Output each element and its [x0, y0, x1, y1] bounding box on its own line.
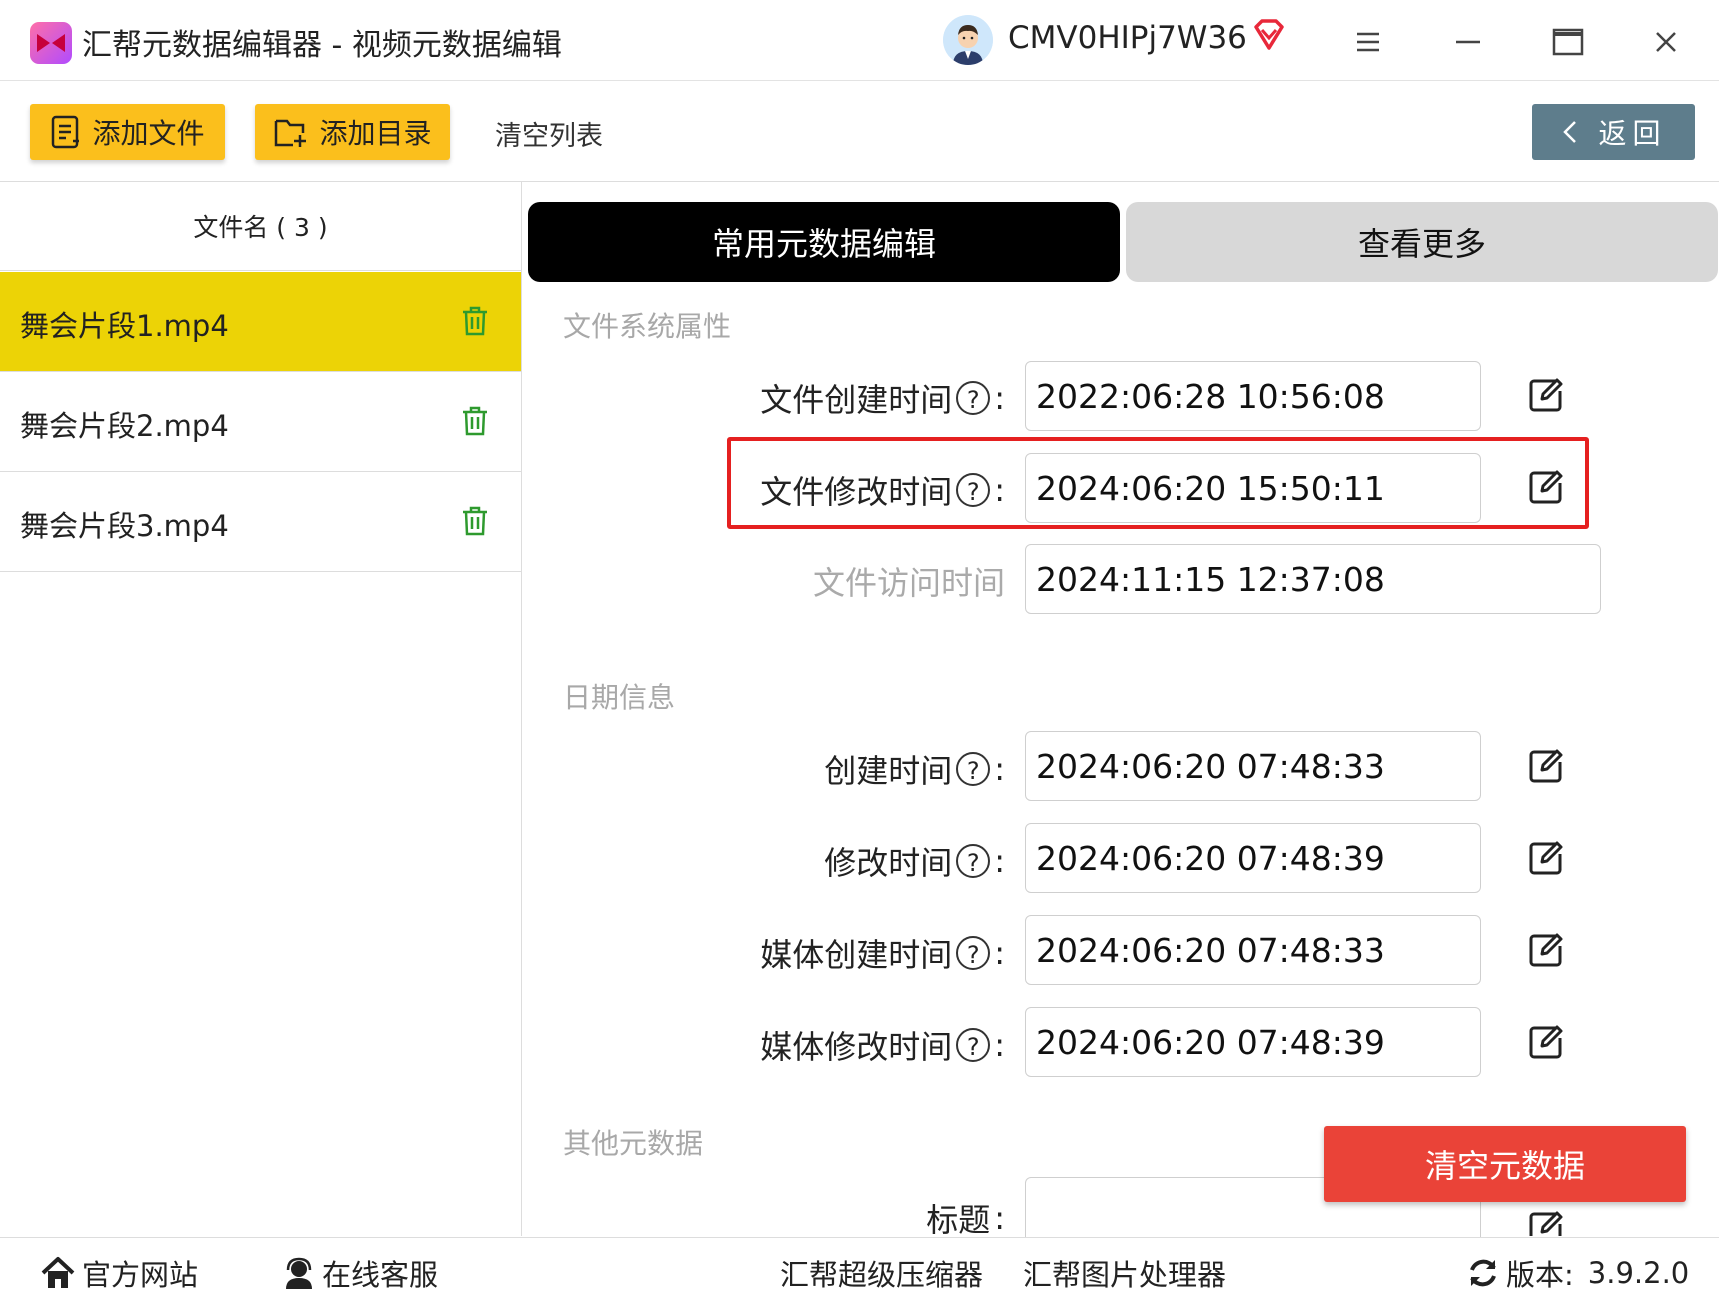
label-colon: : [994, 1026, 1005, 1064]
help-icon[interactable]: ? [956, 936, 991, 970]
add-directory-label: 添加目录 [319, 117, 432, 150]
label-text: 标题 [926, 1201, 991, 1239]
field-label-title: 标题 : [575, 1195, 1005, 1241]
section-title-other: 其他元数据 [563, 1127, 704, 1160]
version-info[interactable]: 版本: 3.9.2.0 [1466, 1252, 1689, 1294]
support-headset-icon [286, 1257, 312, 1289]
section-title-date: 日期信息 [563, 681, 676, 714]
field-label-modified: 修改时间 ? : [575, 838, 1005, 884]
close-icon[interactable] [1646, 22, 1686, 62]
field-label-file-accessed: 文件访问时间 [575, 558, 1005, 604]
label-text: 媒体创建时间 [760, 936, 953, 974]
label-text: 文件创建时间 [760, 381, 953, 419]
tab-common-metadata[interactable]: 常用元数据编辑 [528, 202, 1120, 282]
edit-icon[interactable] [1526, 746, 1566, 786]
tab-view-more[interactable]: 查看更多 [1126, 202, 1718, 282]
label-colon: : [994, 1199, 1005, 1237]
menu-icon[interactable] [1348, 22, 1388, 62]
label-colon: : [994, 842, 1005, 880]
username[interactable]: CMV0HIPj7W36 [1008, 20, 1247, 56]
file-name: 舞会片段2.mp4 [20, 409, 229, 443]
official-website-label: 官方网站 [82, 1258, 199, 1292]
help-icon[interactable]: ? [956, 381, 991, 415]
label-colon: : [994, 934, 1005, 972]
media-created-time-input[interactable]: 2024:06:20 07:48:33 [1025, 915, 1481, 985]
file-accessed-time-input: 2024:11:15 12:37:08 [1025, 544, 1601, 614]
edit-icon[interactable] [1526, 1208, 1566, 1236]
version-value: 3.9.2.0 [1587, 1256, 1690, 1290]
section-title-filesystem: 文件系统属性 [563, 310, 732, 343]
edit-icon[interactable] [1526, 375, 1566, 415]
file-list-item[interactable]: 舞会片段2.mp4 [0, 372, 521, 472]
label-colon: : [994, 750, 1005, 788]
minimize-icon[interactable] [1448, 22, 1488, 62]
add-directory-button[interactable]: 添加目录 [255, 104, 450, 160]
label-text: 媒体修改时间 [760, 1028, 953, 1066]
image-processor-link[interactable]: 汇帮图片处理器 [1023, 1252, 1226, 1294]
created-time-input[interactable]: 2024:06:20 07:48:33 [1025, 731, 1481, 801]
chevron-left-icon [1563, 121, 1577, 143]
help-icon[interactable]: ? [956, 1028, 991, 1062]
trash-icon[interactable] [460, 505, 490, 541]
file-list-item[interactable]: 舞会片段1.mp4 [0, 272, 521, 372]
label-text: 文件访问时间 [812, 564, 1005, 602]
help-icon[interactable]: ? [956, 752, 991, 786]
edit-icon[interactable] [1526, 1022, 1566, 1062]
label-text: 修改时间 [824, 844, 953, 882]
file-created-time-input[interactable]: 2022:06:28 10:56:08 [1025, 361, 1481, 431]
user-avatar[interactable] [943, 15, 993, 65]
clear-metadata-button[interactable]: 清空元数据 [1324, 1126, 1686, 1202]
label-colon: : [994, 379, 1005, 417]
back-button[interactable]: 返回 [1532, 104, 1695, 160]
field-label-file-created: 文件创建时间 ? : [575, 375, 1005, 421]
home-icon [41, 1257, 75, 1288]
official-website-link[interactable]: 官方网站 [40, 1252, 198, 1294]
online-support-link[interactable]: 在线客服 [282, 1252, 438, 1294]
edit-icon[interactable] [1526, 838, 1566, 878]
modified-time-input[interactable]: 2024:06:20 07:48:39 [1025, 823, 1481, 893]
file-list-item[interactable]: 舞会片段3.mp4 [0, 472, 521, 572]
help-icon[interactable]: ? [956, 844, 991, 878]
field-label-media-created: 媒体创建时间 ? : [575, 930, 1005, 976]
window-title: 汇帮元数据编辑器 - 视频元数据编辑 [82, 28, 562, 63]
online-support-label: 在线客服 [322, 1258, 439, 1292]
add-file-label: 添加文件 [92, 117, 205, 150]
edit-icon[interactable] [1526, 930, 1566, 970]
folder-add-icon [275, 119, 307, 147]
compressor-link[interactable]: 汇帮超级压缩器 [780, 1252, 983, 1294]
add-file-button[interactable]: 添加文件 [30, 104, 225, 160]
version-label: 版本: [1506, 1258, 1574, 1292]
vip-diamond-icon[interactable] [1252, 18, 1286, 56]
field-label-media-modified: 媒体修改时间 ? : [575, 1022, 1005, 1068]
file-list-header: 文件名 ( 3 ) [0, 182, 521, 271]
highlight-annotation-box [727, 437, 1589, 529]
trash-icon[interactable] [460, 305, 490, 341]
clear-list-button[interactable]: 清空列表 [495, 114, 603, 153]
field-label-created: 创建时间 ? : [575, 746, 1005, 792]
trash-icon[interactable] [460, 405, 490, 441]
back-label: 返回 [1598, 117, 1667, 150]
maximize-icon[interactable] [1548, 22, 1588, 62]
file-name: 舞会片段1.mp4 [20, 309, 229, 343]
document-list-icon [52, 115, 80, 149]
app-logo-icon [30, 22, 72, 64]
media-modified-time-input[interactable]: 2024:06:20 07:48:39 [1025, 1007, 1481, 1077]
file-name: 舞会片段3.mp4 [20, 509, 229, 543]
refresh-icon [1470, 1259, 1496, 1287]
label-text: 创建时间 [824, 752, 953, 790]
